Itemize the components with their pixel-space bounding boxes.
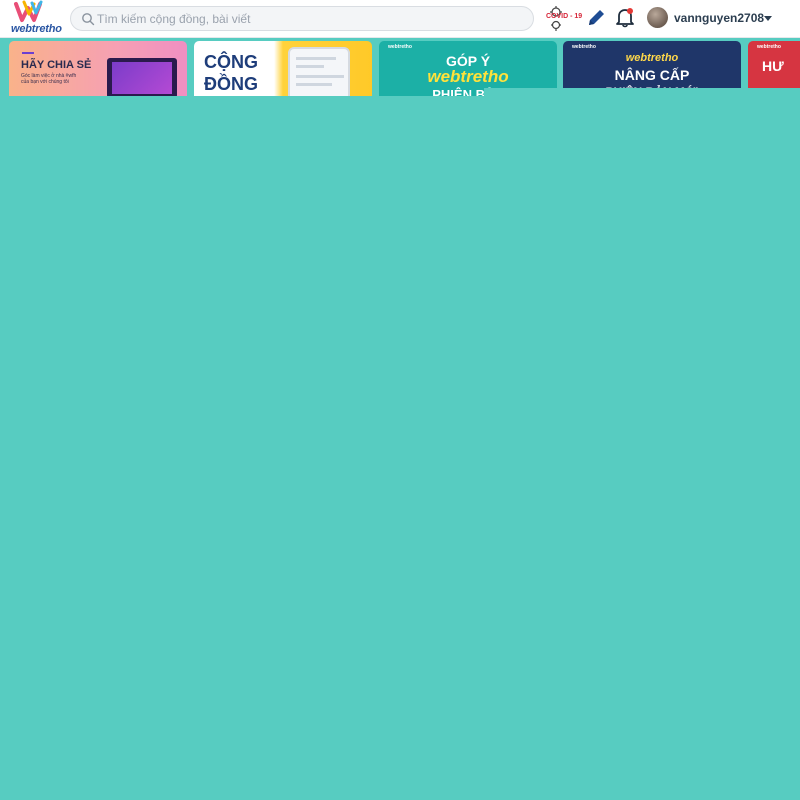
top-navigation-bar: webtretho COVID - 19 vann [0, 0, 800, 38]
banner-mini-logo: webtretho [388, 44, 412, 50]
banner-title: NÂNG CẤP [614, 67, 690, 83]
search-icon [82, 13, 95, 26]
covid-label: COVID - 19 [546, 13, 583, 20]
notification-badge [627, 8, 633, 14]
banner-accent-line [22, 52, 34, 54]
banner-subtitle: Góc làm việc ở nhà #wfh của bạn với chún… [21, 73, 77, 85]
search-input[interactable] [97, 9, 517, 29]
loading-overlay-edge [484, 88, 800, 96]
covid-19-button[interactable]: COVID - 19 [546, 4, 582, 32]
banner-title: HƯ [762, 58, 784, 74]
phone-illustration [288, 47, 350, 96]
banner-title: CỘNG ĐỒNG [204, 52, 258, 94]
username-label[interactable]: vannguyen2708 [674, 11, 764, 25]
banner-brand: webtretho [625, 52, 679, 64]
webtretho-logo[interactable]: webtretho [10, 0, 62, 36]
banner-mini-logo: webtretho [757, 44, 781, 50]
laptop-illustration [107, 58, 177, 96]
pencil-icon[interactable] [585, 7, 607, 29]
logo-mark-icon [14, 0, 43, 22]
banner-brand: webtretho [427, 67, 509, 86]
logo-text: webtretho [11, 23, 62, 35]
banner-community[interactable]: CỘNG ĐỒNG [194, 41, 372, 96]
loading-overlay [0, 96, 800, 800]
chevron-down-icon[interactable] [762, 13, 774, 23]
search-bar[interactable] [70, 6, 534, 31]
avatar[interactable] [647, 7, 668, 28]
banner-share-wfh[interactable]: HÃY CHIA SẺ Góc làm việc ở nhà #wfh của … [9, 41, 187, 96]
banner-title: HÃY CHIA SẺ [21, 59, 92, 71]
notification-button[interactable] [614, 6, 636, 28]
banner-mini-logo: webtretho [572, 44, 596, 50]
